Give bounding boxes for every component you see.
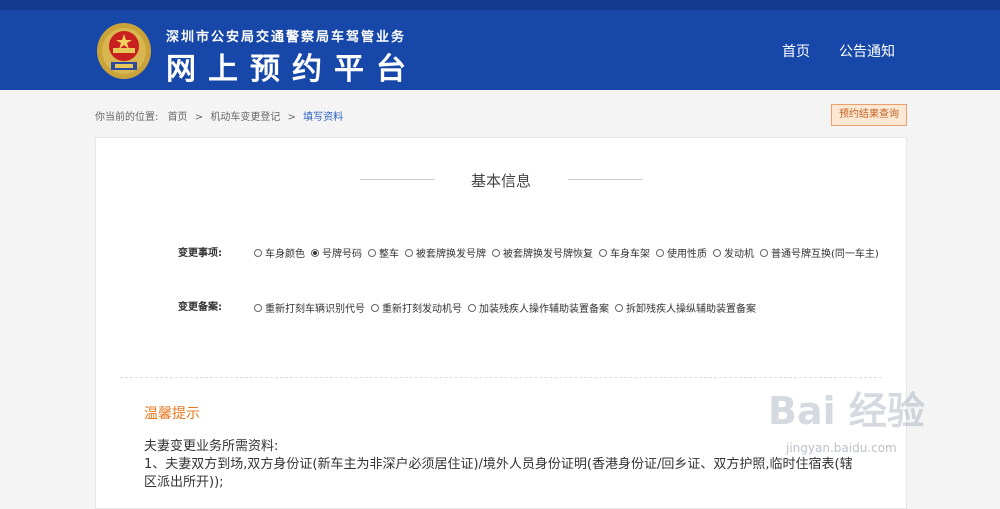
radio-button[interactable]: [371, 303, 379, 312]
section-title: 基本信息: [470, 172, 531, 190]
option-body-color[interactable]: 车身颜色: [254, 245, 305, 260]
option-engine-reengrave[interactable]: 重新打刻发动机号: [371, 300, 462, 315]
option-usage-type[interactable]: 使用性质: [656, 245, 707, 260]
option-engine[interactable]: 发动机: [713, 245, 754, 260]
section-divider: [120, 377, 882, 378]
option-disability-device-remove[interactable]: 拆卸残疾人操纵辅助装置备案: [615, 300, 756, 315]
option-disability-device-install[interactable]: 加装残疾人操作辅助装置备案: [468, 300, 609, 315]
breadcrumb-home[interactable]: 首页: [168, 112, 188, 123]
appointment-query-button[interactable]: 预约结果查询: [831, 104, 907, 126]
nav-announcements[interactable]: 公告通知: [839, 41, 895, 61]
breadcrumb: 你当前的位置: 首页 > 机动车变更登记 > 填写资料: [95, 108, 343, 123]
radio-button[interactable]: [713, 248, 721, 257]
breadcrumb-current: 填写资料: [303, 112, 344, 123]
change-items-label: 变更事项:: [178, 248, 222, 259]
title-line-right: [568, 179, 642, 180]
nav-home[interactable]: 首页: [782, 41, 810, 61]
watermark-brand: Bai 经验: [768, 389, 925, 433]
breadcrumb-vehicle-change[interactable]: 机动车变更登记: [210, 112, 280, 123]
tips-line: 1、夫妻双方到场,双方身份证(新车主为非深户必须居住证)/境外人员身份证明(香港…: [144, 457, 853, 490]
tips-line: 夫妻变更业务所需资料:: [144, 439, 279, 454]
option-whole-vehicle[interactable]: 整车: [368, 245, 399, 260]
radio-button[interactable]: [368, 248, 376, 257]
radio-button[interactable]: [405, 248, 413, 257]
change-items-options: 车身颜色 号牌号码 整车 被套牌换发号牌 被套牌换发号牌恢复 车身车架 使用性质…: [254, 245, 885, 260]
option-vin-reengrave[interactable]: 重新打刻车辆识别代号: [254, 300, 365, 315]
site-title: 网上预约平台: [166, 52, 418, 87]
tips-body: 夫妻变更业务所需资料: 1、夫妻双方到场,双方身份证(新车主为非深户必须居住证)…: [144, 438, 860, 492]
option-body-frame[interactable]: 车身车架: [599, 245, 650, 260]
site-header: 深圳市公安局交通警察局车驾管业务 网上预约平台 首页 公告通知: [0, 0, 1000, 90]
option-plate-swap[interactable]: 普通号牌互换(同一车主): [760, 245, 879, 260]
option-plate-number[interactable]: 号牌号码: [311, 245, 362, 260]
site-subtitle: 深圳市公安局交通警察局车驾管业务: [166, 30, 407, 45]
change-records-options: 重新打刻车辆识别代号 重新打刻发动机号 加装残疾人操作辅助装置备案 拆卸残疾人操…: [254, 300, 762, 315]
tips-title: 温馨提示: [144, 406, 200, 422]
watermark-url: jingyan.baidu.com: [786, 441, 897, 455]
radio-button[interactable]: [599, 248, 607, 257]
option-cloned-plate-restore[interactable]: 被套牌换发号牌恢复: [492, 245, 593, 260]
radio-button[interactable]: [760, 248, 768, 257]
header-top-strip: [0, 0, 1000, 10]
police-emblem-icon: [97, 23, 151, 79]
radio-button[interactable]: [468, 303, 476, 312]
radio-button[interactable]: [615, 303, 623, 312]
radio-button[interactable]: [492, 248, 500, 257]
breadcrumb-prefix: 你当前的位置:: [95, 112, 159, 123]
baidu-paw-icon: Bai 经验: [768, 389, 925, 433]
radio-button[interactable]: [254, 248, 262, 257]
change-records-label: 变更备案:: [178, 302, 222, 313]
radio-button[interactable]: [656, 248, 664, 257]
radio-button[interactable]: [254, 303, 262, 312]
breadcrumb-separator: >: [287, 112, 296, 123]
radio-button-checked[interactable]: [311, 248, 319, 257]
breadcrumb-separator: >: [194, 112, 204, 123]
option-cloned-plate-reissue[interactable]: 被套牌换发号牌: [405, 245, 486, 260]
